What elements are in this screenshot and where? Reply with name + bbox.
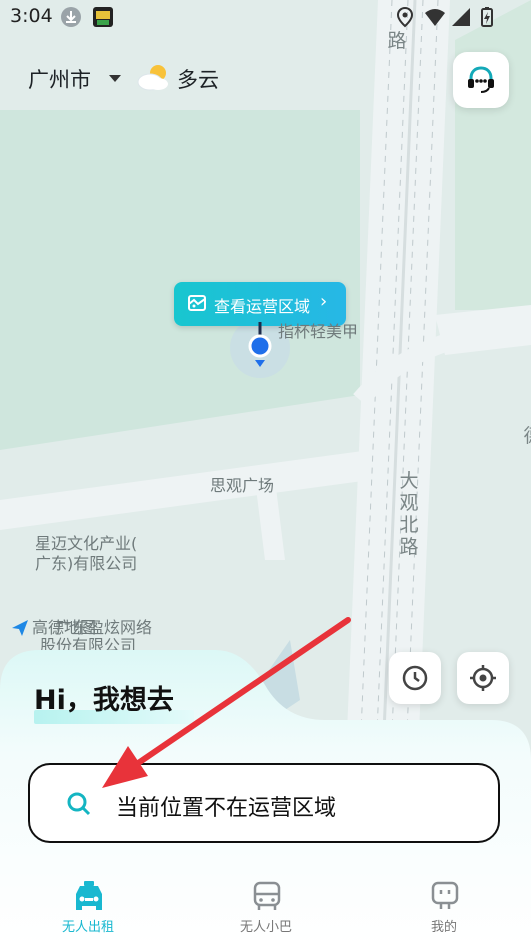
customer-service-button[interactable] [453, 52, 509, 108]
city-selector[interactable]: 广州市 [28, 64, 91, 94]
map-label-poi: 指杯轻美甲 [278, 322, 359, 341]
status-bar: 3:04 [0, 0, 531, 34]
map-label-company1-line1: 星迈文化产业( [35, 534, 138, 553]
tab-robobus[interactable]: 无人小巴 [206, 866, 326, 945]
partly-cloudy-icon [137, 65, 168, 91]
tab-robotaxi[interactable]: 无人出租 [28, 866, 148, 945]
taxi-icon [76, 881, 102, 910]
location-status-icon [396, 6, 414, 28]
status-time: 3:04 [10, 5, 53, 27]
signal-icon [452, 8, 470, 26]
download-icon [61, 7, 81, 27]
chevron-right-icon: › [320, 291, 328, 312]
map-area-icon [188, 295, 206, 311]
tab-profile-label: 我的 [430, 920, 457, 935]
wifi-icon [425, 9, 445, 26]
map-label-square: 思观广场 [210, 476, 275, 495]
greeting-title: Hi，我想去 [34, 685, 174, 716]
map-label-road-main: 大观北路 [399, 470, 419, 558]
bus-icon [253, 881, 281, 910]
battery-icon [481, 7, 493, 27]
amap-logo-icon [12, 620, 28, 636]
caret-down-icon[interactable] [109, 75, 121, 82]
map-label-road-top: 路 [387, 30, 407, 52]
map-label-road-right: 德 [522, 425, 531, 447]
map-provider-logo: 高德地图 [10, 618, 96, 642]
bottom-tab-bar: 无人出租 无人小巴 我的 [0, 866, 531, 945]
view-service-area-label: 查看运营区域 [214, 297, 311, 316]
profile-icon [431, 881, 459, 909]
weather-text: 多云 [177, 68, 219, 92]
search-icon [67, 792, 91, 816]
app-notification-icon [93, 7, 113, 27]
tab-robotaxi-label: 无人出租 [61, 920, 114, 935]
headset-icon [468, 66, 494, 93]
map-label-company1-line2: 广东)有限公司 [35, 554, 138, 573]
destination-search-box[interactable]: 当前位置不在运营区域 [28, 763, 500, 843]
map-provider-text: 高德地图 [32, 618, 97, 637]
search-status-text: 当前位置不在运营区域 [116, 796, 337, 821]
tab-robobus-label: 无人小巴 [239, 920, 292, 935]
tab-profile[interactable]: 我的 [384, 866, 504, 945]
